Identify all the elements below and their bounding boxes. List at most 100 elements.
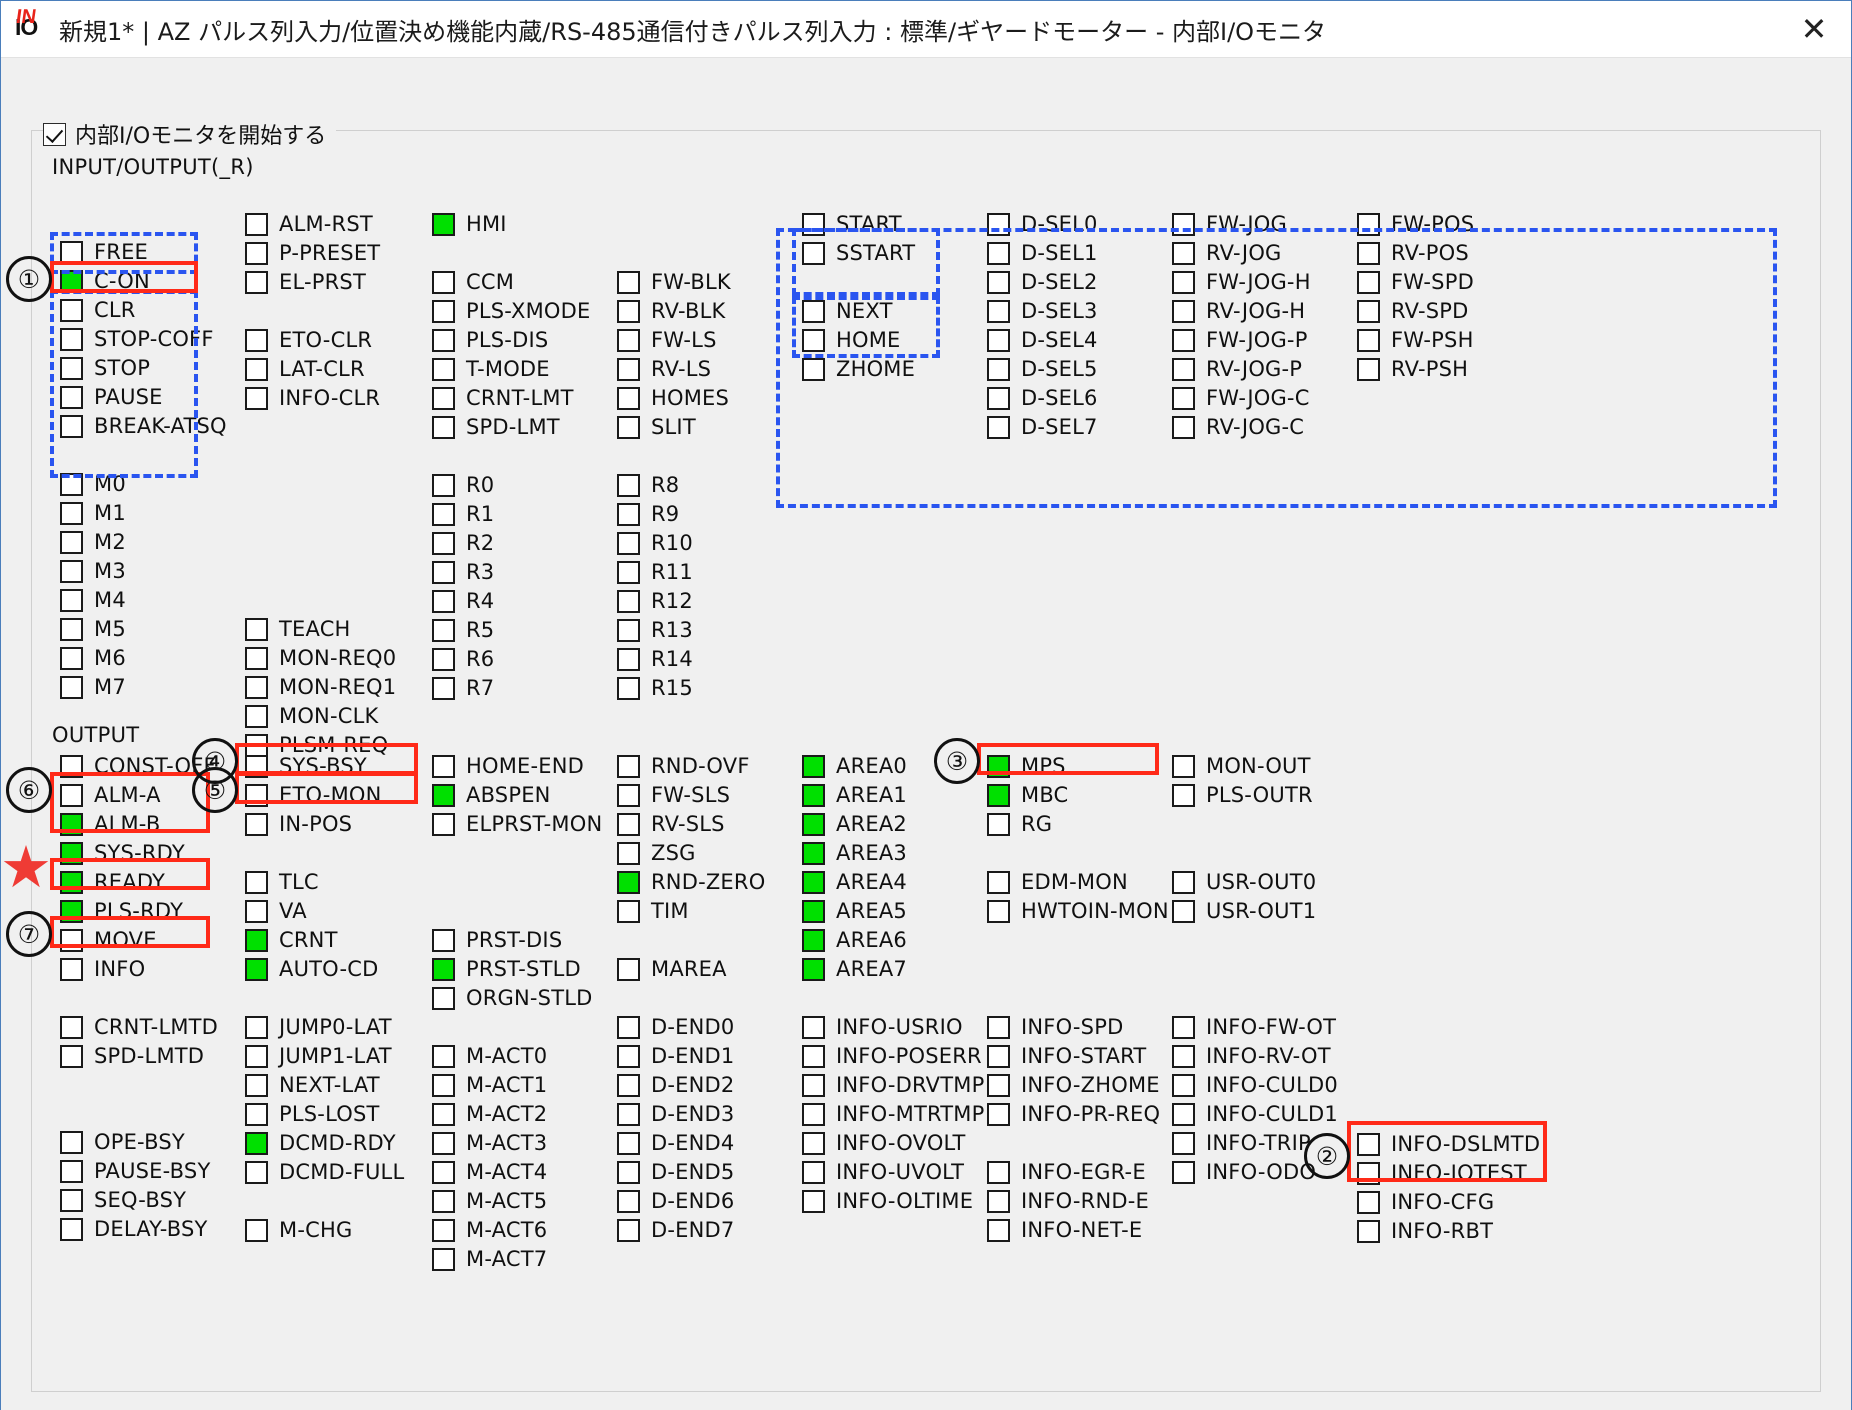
signal-indicator-off[interactable] [245,1074,268,1097]
io-signal-row[interactable]: R5 [432,617,494,643]
io-signal-row[interactable]: M6 [60,645,126,671]
io-signal-row[interactable]: MON-REQ1 [245,674,396,700]
io-signal-row[interactable]: INFO-UVOLT [802,1159,964,1185]
io-signal-row[interactable]: M-CHG [245,1217,352,1243]
io-signal-row[interactable]: INFO-RBT [1357,1218,1493,1244]
io-signal-row[interactable]: INFO-OVOLT [802,1130,966,1156]
signal-indicator-off[interactable] [60,618,83,641]
signal-indicator-off[interactable] [987,813,1010,836]
io-signal-row[interactable]: M-ACT7 [432,1246,547,1272]
io-signal-row[interactable]: D-SEL6 [987,385,1098,411]
io-signal-row[interactable]: D-SEL4 [987,327,1098,353]
io-signal-row[interactable]: PLS-LOST [245,1101,380,1127]
io-signal-row[interactable]: CRNT-LMTD [60,1014,218,1040]
signal-indicator-off[interactable] [617,329,640,352]
io-signal-row[interactable]: AREA1 [802,782,907,808]
io-signal-row[interactable]: START [802,211,902,237]
io-signal-row[interactable]: PLS-RDY [60,898,183,924]
signal-indicator-off[interactable] [802,300,825,323]
signal-indicator-off[interactable] [432,532,455,555]
signal-indicator-off[interactable] [60,1045,83,1068]
io-signal-row[interactable]: INFO-USRIO [802,1014,963,1040]
signal-indicator-off[interactable] [617,755,640,778]
signal-indicator-off[interactable] [60,755,83,778]
io-signal-row[interactable]: INFO-DSLMTD [1357,1131,1540,1157]
signal-indicator-off[interactable] [987,387,1010,410]
signal-indicator-off[interactable] [617,1132,640,1155]
signal-indicator-off[interactable] [60,241,83,264]
signal-indicator-off[interactable] [245,647,268,670]
io-signal-row[interactable]: RV-JOG-P [1172,356,1302,382]
io-signal-row[interactable]: FW-SLS [617,782,730,808]
signal-indicator-off[interactable] [617,271,640,294]
io-signal-row[interactable]: D-END6 [617,1188,734,1214]
signal-indicator-off[interactable] [617,813,640,836]
io-signal-row[interactable]: INFO-POSERR [802,1043,982,1069]
signal-indicator-off[interactable] [60,1016,83,1039]
io-signal-row[interactable]: INFO-IOTEST [1357,1160,1527,1186]
signal-indicator-off[interactable] [245,705,268,728]
signal-indicator-off[interactable] [987,242,1010,265]
io-signal-row[interactable]: M2 [60,529,126,555]
io-signal-row[interactable]: M-ACT4 [432,1159,547,1185]
signal-indicator-off[interactable] [1172,1074,1195,1097]
io-signal-row[interactable]: RV-LS [617,356,711,382]
signal-indicator-on[interactable] [802,755,825,778]
io-signal-row[interactable]: INFO-CFG [1357,1189,1494,1215]
io-signal-row[interactable]: RV-SPD [1357,298,1469,324]
signal-indicator-off[interactable] [432,1045,455,1068]
io-signal-row[interactable]: SPD-LMTD [60,1043,204,1069]
io-signal-row[interactable]: R7 [432,675,494,701]
signal-indicator-on[interactable] [802,958,825,981]
signal-indicator-off[interactable] [617,784,640,807]
io-signal-row[interactable]: M-ACT2 [432,1101,547,1127]
signal-indicator-off[interactable] [245,755,268,778]
io-signal-row[interactable]: MBC [987,782,1068,808]
io-signal-row[interactable]: C-ON [60,268,150,294]
signal-indicator-on[interactable] [432,784,455,807]
io-signal-row[interactable]: D-SEL7 [987,414,1098,440]
io-signal-row[interactable]: TIM [617,898,689,924]
signal-indicator-off[interactable] [432,1190,455,1213]
io-signal-row[interactable]: M-ACT5 [432,1188,547,1214]
io-signal-row[interactable]: M3 [60,558,126,584]
signal-indicator-off[interactable] [60,589,83,612]
io-signal-row[interactable]: IN-POS [245,811,352,837]
io-signal-row[interactable]: ALM-B [60,811,160,837]
signal-indicator-off[interactable] [60,958,83,981]
signal-indicator-off[interactable] [60,1160,83,1183]
signal-indicator-off[interactable] [60,357,83,380]
signal-indicator-off[interactable] [617,1103,640,1126]
signal-indicator-off[interactable] [617,900,640,923]
io-signal-row[interactable]: M4 [60,587,126,613]
io-signal-row[interactable]: PLS-OUTR [1172,782,1313,808]
io-signal-row[interactable]: PAUSE [60,384,163,410]
io-signal-row[interactable]: MAREA [617,956,727,982]
signal-indicator-off[interactable] [432,987,455,1010]
io-signal-row[interactable]: INFO-MTRTMP [802,1101,985,1127]
io-signal-row[interactable]: INFO-OLTIME [802,1188,973,1214]
signal-indicator-off[interactable] [1357,1133,1380,1156]
io-signal-row[interactable]: M-ACT1 [432,1072,547,1098]
signal-indicator-off[interactable] [432,387,455,410]
io-signal-row[interactable]: LAT-CLR [245,356,365,382]
signal-indicator-off[interactable] [1357,1162,1380,1185]
io-signal-row[interactable]: ZHOME [802,356,915,382]
io-signal-row[interactable]: TEACH [245,616,351,642]
io-signal-row[interactable]: R3 [432,559,494,585]
io-signal-row[interactable]: D-END4 [617,1130,734,1156]
signal-indicator-off[interactable] [60,1131,83,1154]
signal-indicator-off[interactable] [1357,300,1380,323]
signal-indicator-off[interactable] [432,590,455,613]
io-signal-row[interactable]: INFO-RV-OT [1172,1043,1331,1069]
io-signal-row[interactable]: RV-JOG-H [1172,298,1305,324]
signal-indicator-off[interactable] [1172,271,1195,294]
signal-indicator-off[interactable] [432,755,455,778]
signal-indicator-off[interactable] [245,1161,268,1184]
io-signal-row[interactable]: M-ACT3 [432,1130,547,1156]
signal-indicator-on[interactable] [245,958,268,981]
start-monitor-checkbox[interactable]: 内部I/Oモニタを開始する [43,118,336,150]
io-signal-row[interactable]: D-END2 [617,1072,734,1098]
signal-indicator-off[interactable] [60,560,83,583]
signal-indicator-off[interactable] [245,271,268,294]
